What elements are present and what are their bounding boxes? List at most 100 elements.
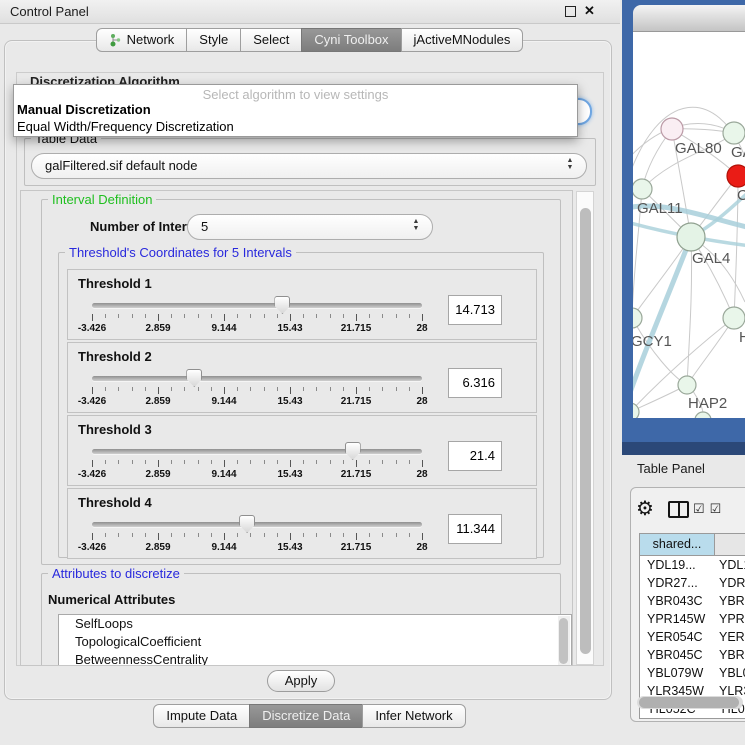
split-view-icon[interactable]: [668, 501, 689, 518]
settings-scrollbar[interactable]: [576, 191, 594, 665]
slider-tick: [118, 314, 119, 318]
network-node[interactable]: [695, 412, 711, 418]
tab-cyni-toolbox[interactable]: Cyni Toolbox: [301, 28, 401, 52]
network-window-titlebar[interactable]: [633, 5, 745, 32]
network-node-ga[interactable]: [723, 122, 745, 144]
slider-tick: [409, 314, 410, 318]
close-icon[interactable]: ✕: [584, 3, 595, 19]
slider-tick: [211, 387, 212, 391]
slider-track[interactable]: [92, 376, 422, 381]
tab-select[interactable]: Select: [240, 28, 302, 52]
slider-tick: [303, 387, 304, 391]
apply-button[interactable]: Apply: [267, 670, 335, 692]
table-row[interactable]: YDR27...YDR2: [640, 574, 745, 592]
slider-tick: [343, 460, 344, 464]
table-cell[interactable]: YBR0: [715, 592, 745, 610]
slider-tick: [224, 387, 225, 394]
table-row[interactable]: YPR145WYPR1: [640, 610, 745, 628]
slider-track[interactable]: [92, 522, 422, 527]
tab-discretize-data[interactable]: Discretize Data: [249, 704, 363, 728]
table-cell[interactable]: YDR27...: [640, 574, 715, 592]
table-cell[interactable]: YPR1: [715, 610, 745, 628]
attribute-list-item[interactable]: BetweennessCentrality: [59, 651, 571, 666]
table-cell[interactable]: YPR145W: [640, 610, 715, 628]
slider-tick: [105, 314, 106, 318]
column-header[interactable]: shared...: [640, 534, 715, 555]
scrollbar-thumb[interactable]: [580, 208, 591, 654]
slider-tick: [211, 314, 212, 318]
network-canvas[interactable]: GAL80GACGAL11GAL4GCY1HHAP2: [633, 32, 745, 418]
slider-thumb[interactable]: [274, 296, 290, 314]
slider-tick: [290, 460, 291, 467]
list-scrollbar[interactable]: [558, 616, 570, 666]
slider-tick: [224, 460, 225, 467]
table-cell[interactable]: YBR043C: [640, 592, 715, 610]
table-cell[interactable]: YDL19...: [640, 556, 715, 574]
table-row[interactable]: YBR043CYBR0: [640, 592, 745, 610]
checkbox-icon[interactable]: ☑: [693, 501, 706, 517]
algorithm-option[interactable]: Manual Discretization: [17, 102, 151, 117]
tab-label: Infer Network: [375, 705, 452, 727]
table-row[interactable]: YBR045CYBR0: [640, 646, 745, 664]
slider-track[interactable]: [92, 303, 422, 308]
tab-style[interactable]: Style: [186, 28, 241, 52]
network-node-gal80[interactable]: [661, 118, 683, 140]
network-edge[interactable]: [687, 237, 692, 385]
attribute-list-item[interactable]: SelfLoops: [59, 615, 571, 633]
tab-label: Discretize Data: [262, 705, 350, 727]
table-row[interactable]: YER054CYER0: [640, 628, 745, 646]
tab-infer-network[interactable]: Infer Network: [362, 704, 465, 728]
slider-thumb[interactable]: [239, 515, 255, 533]
float-window-icon[interactable]: [565, 6, 576, 17]
network-node[interactable]: [633, 403, 639, 418]
network-node-h[interactable]: [723, 307, 745, 329]
table-cell[interactable]: YBR0: [715, 646, 745, 664]
table-cell[interactable]: YDR2: [715, 574, 745, 592]
slider-tick: [343, 533, 344, 537]
tab-jactivemnodules[interactable]: jActiveMNodules: [401, 28, 524, 52]
table-cell[interactable]: YBL079W: [640, 664, 715, 682]
slider-thumb[interactable]: [345, 442, 361, 460]
threshold-value-field[interactable]: 6.316: [448, 368, 502, 398]
network-edge[interactable]: [687, 318, 734, 385]
table-cell[interactable]: YBR045C: [640, 646, 715, 664]
table-row[interactable]: YBL079WYBL0: [640, 664, 745, 682]
tab-network[interactable]: Network: [96, 28, 188, 52]
network-node-hap2[interactable]: [678, 376, 696, 394]
slider-track[interactable]: [92, 449, 422, 454]
table-cell[interactable]: YER054C: [640, 628, 715, 646]
threshold-value-field[interactable]: 21.4: [448, 441, 502, 471]
table-data-combobox[interactable]: galFiltered.sif default node: [31, 153, 587, 179]
network-node-gal4[interactable]: [677, 223, 705, 251]
threshold-value-field[interactable]: 14.713: [448, 295, 502, 325]
hscrollbar-thumb[interactable]: [639, 697, 739, 708]
tab-impute-data[interactable]: Impute Data: [153, 704, 250, 728]
attribute-list-item[interactable]: TopologicalCoefficient: [59, 633, 571, 651]
number-of-intervals-combobox[interactable]: 5: [187, 214, 433, 240]
network-node-gcy1[interactable]: [633, 308, 642, 328]
algorithm-dropdown-popup: Select algorithm to view settings Manual…: [13, 84, 578, 137]
network-node-gal11[interactable]: [633, 179, 652, 199]
threshold-label: Threshold 1: [78, 276, 152, 291]
settings-icon[interactable]: ⚙: [636, 497, 654, 521]
table-cell[interactable]: YDL1: [715, 556, 745, 574]
tab-label: jActiveMNodules: [414, 29, 511, 51]
checkbox-icon[interactable]: ☑: [710, 501, 723, 517]
slider-tick: [92, 460, 93, 467]
algorithm-option[interactable]: Equal Width/Frequency Discretization: [17, 119, 234, 134]
table-cell[interactable]: YER0: [715, 628, 745, 646]
table-cell[interactable]: YBL0: [715, 664, 745, 682]
slider-tick: [198, 460, 199, 464]
network-node-c[interactable]: [727, 165, 745, 187]
network-edge[interactable]: [633, 318, 687, 385]
threshold-panel: Threshold 4-3.4262.8599.14415.4321.71528…: [67, 488, 537, 559]
column-header[interactable]: n: [715, 534, 745, 555]
slider-tick-label: -3.426: [62, 323, 122, 334]
numerical-attributes-list[interactable]: SelfLoopsTopologicalCoefficientBetweenne…: [58, 614, 572, 666]
table-row[interactable]: YDL19...YDL1: [640, 556, 745, 574]
table-hscrollbar[interactable]: [637, 696, 743, 709]
control-panel-tabs: NetworkStyleSelectCyni Toolbox jActiveMNo…: [0, 28, 620, 52]
threshold-value-field[interactable]: 11.344: [448, 514, 502, 544]
slider-thumb[interactable]: [186, 369, 202, 387]
slider-tick: [224, 533, 225, 540]
